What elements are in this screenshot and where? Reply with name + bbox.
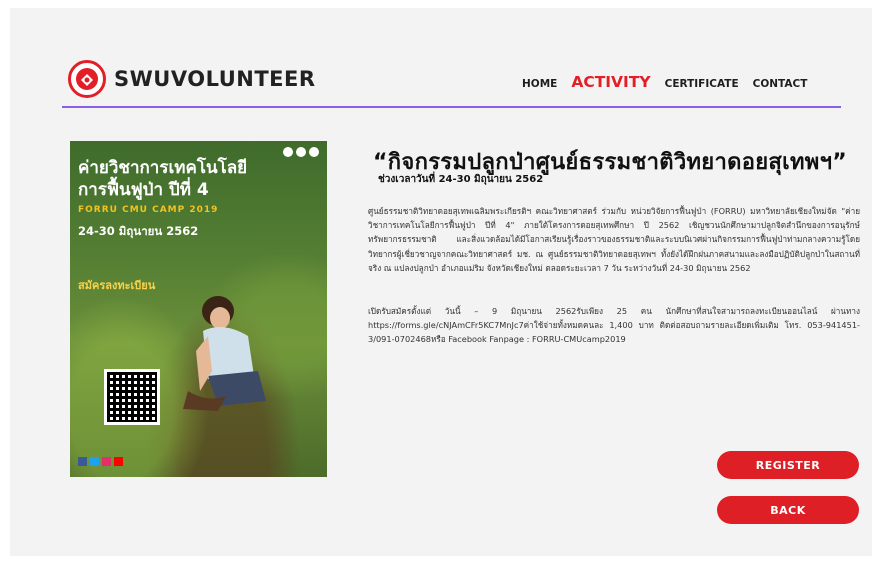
logo-emblem-icon — [68, 60, 106, 98]
nav-contact[interactable]: CONTACT — [753, 78, 808, 90]
back-button[interactable]: BACK — [717, 496, 859, 524]
activity-description: ศูนย์ธรรมชาติวิทยาดอยสุเทพเฉลิมพระเกียรต… — [368, 206, 860, 273]
activity-poster-image: ค่ายวิชาการเทคโนโลยี การฟื้นฟูป่า ปีที่ … — [70, 141, 327, 477]
poster-register-text: สมัครลงทะเบียน — [78, 279, 156, 292]
brand-name: SWUVOLUNTEER — [114, 67, 316, 91]
nav-home[interactable]: HOME — [522, 78, 557, 90]
registration-info: เปิดรับสมัครตั้งแต่ วันนี้ – 9 มิถุนายน … — [368, 306, 860, 345]
nav-activity[interactable]: ACTIVITY — [571, 73, 650, 91]
poster-logos — [283, 147, 319, 157]
poster-title: ค่ายวิชาการเทคโนโลยี การฟื้นฟูป่า ปีที่ … — [78, 158, 248, 200]
main-nav: HOME ACTIVITY CERTIFICATE CONTACT — [522, 73, 821, 91]
planting-person-illustration — [183, 296, 266, 411]
site-logo[interactable]: SWUVOLUNTEER — [68, 60, 316, 98]
page-container: SWUVOLUNTEER HOME ACTIVITY CERTIFICATE C… — [10, 8, 872, 556]
register-button[interactable]: REGISTER — [717, 451, 859, 479]
activity-date: ช่วงเวลาวันที่ 24-30 มิถุนายน 2562 — [378, 174, 544, 185]
poster-date: 24-30 มิถุนายน 2562 — [78, 224, 199, 238]
header-divider — [62, 106, 841, 108]
poster-qr-code — [104, 369, 160, 425]
poster-social-icons — [78, 457, 123, 466]
poster-subtitle: FORRU CMU CAMP 2019 — [78, 205, 219, 215]
nav-certificate[interactable]: CERTIFICATE — [665, 78, 739, 90]
